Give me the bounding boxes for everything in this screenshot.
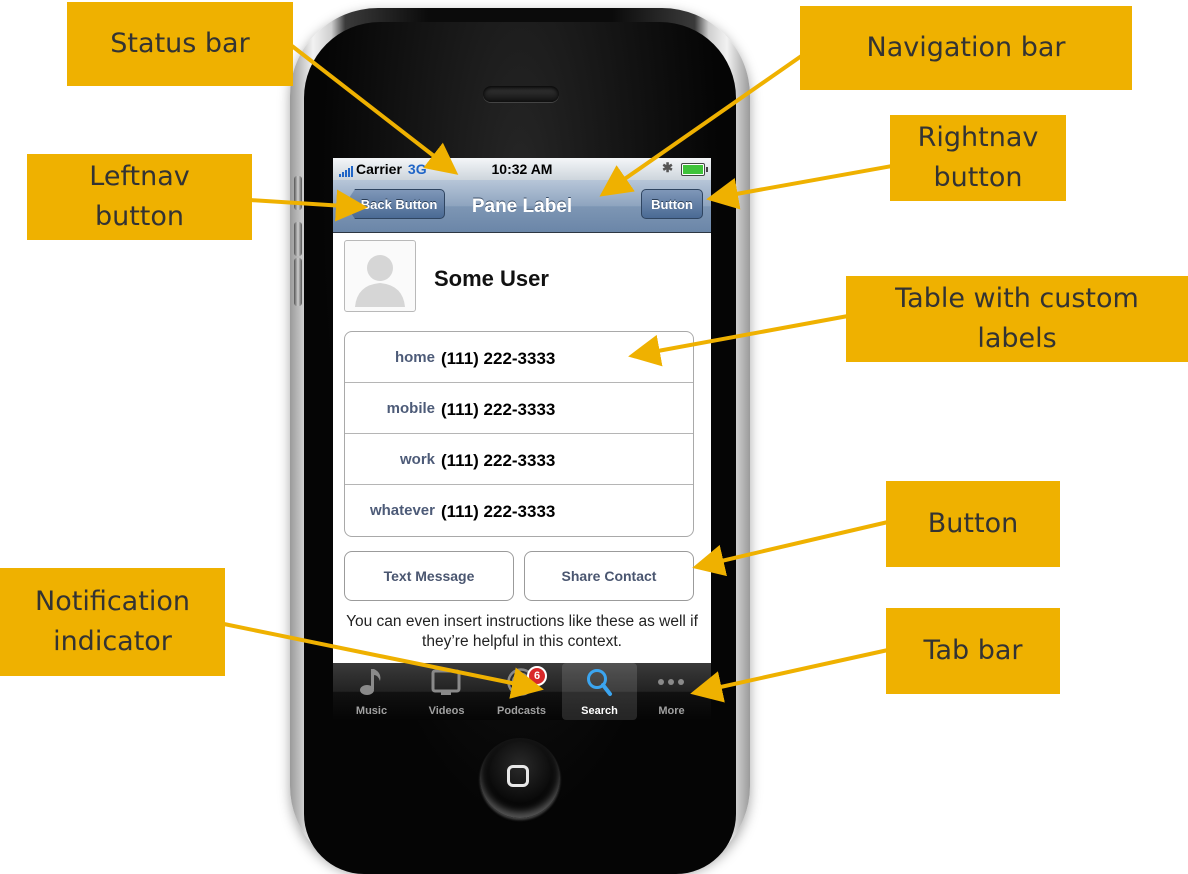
- table-arrow: [628, 314, 849, 367]
- button-arrow: [692, 520, 889, 577]
- tab-bar-arrow: [690, 648, 889, 703]
- callout-arrows: [223, 44, 893, 703]
- navigation-bar-arrow: [599, 48, 812, 197]
- leftnav-button-arrow: [249, 189, 368, 222]
- rightnav-button-arrow: [706, 164, 893, 210]
- status-bar-arrow: [290, 44, 459, 175]
- notification-indicator-arrow: [223, 622, 544, 699]
